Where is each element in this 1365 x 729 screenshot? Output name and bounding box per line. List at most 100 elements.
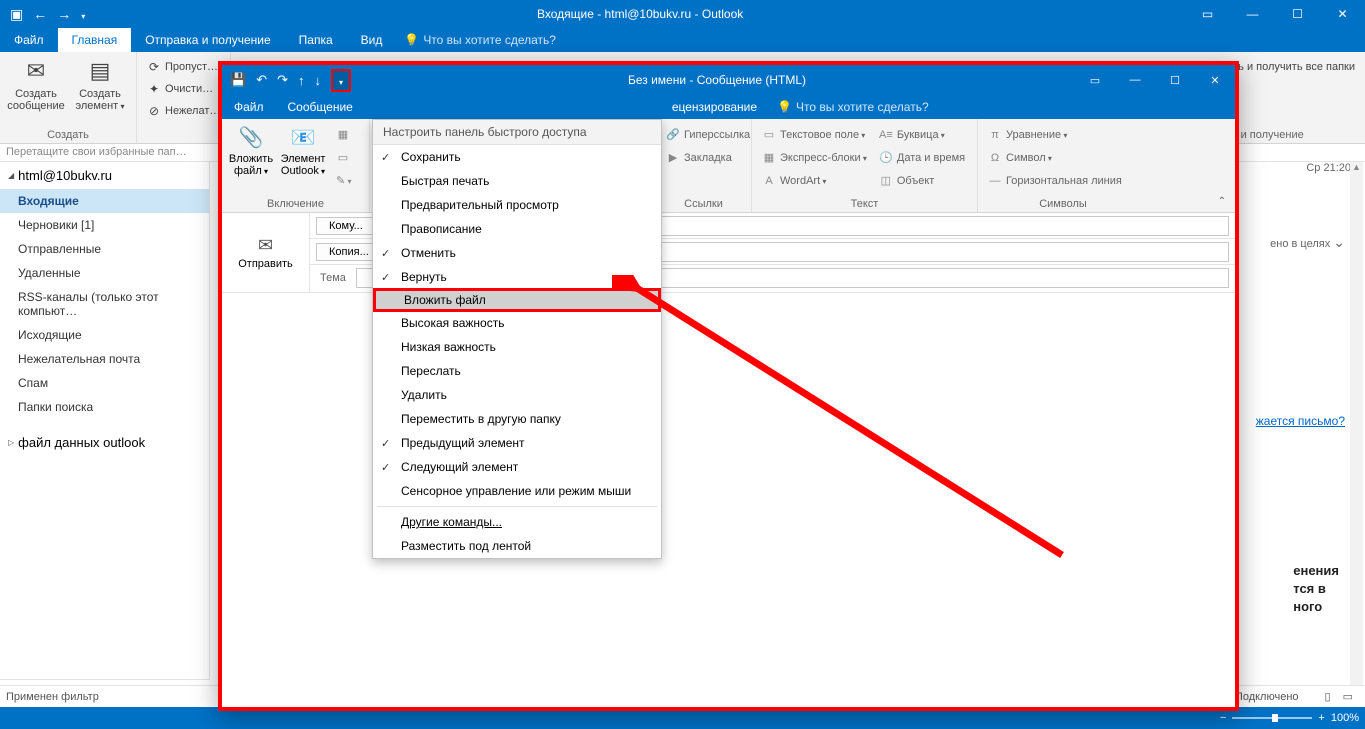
folder-deleted[interactable]: Удаленные xyxy=(0,261,209,285)
bookmark-button[interactable]: ▶Закладка xyxy=(662,147,754,168)
menu-below[interactable]: Разместить под лентой xyxy=(373,534,661,558)
tab-file[interactable]: Файл xyxy=(0,28,58,52)
qat-next-icon[interactable]: → xyxy=(57,6,71,22)
group-symbols-label: Символы xyxy=(984,196,1142,212)
qat-save-icon[interactable]: 💾 xyxy=(230,72,246,88)
clean-button[interactable]: ✦Очисти… xyxy=(143,79,224,99)
to-button[interactable]: Кому... xyxy=(316,217,376,235)
zoom-in-button[interactable]: + xyxy=(1318,712,1324,724)
menu-touch[interactable]: Сенсорное управление или режим мыши xyxy=(373,479,661,503)
compose-close-button[interactable]: ✕ xyxy=(1195,65,1235,95)
hyperlink-button[interactable]: 🔗Гиперссылка xyxy=(662,124,754,145)
minimize-button[interactable]: — xyxy=(1230,0,1275,28)
zoom-out-button[interactable]: − xyxy=(1220,712,1226,724)
new-mail-button[interactable]: ✉Создать сообщение xyxy=(6,54,66,112)
menu-header: Настроить панель быстрого доступа xyxy=(373,120,661,145)
menu-attach[interactable]: Вложить файл xyxy=(373,288,661,312)
qat-next-icon[interactable]: ↓ xyxy=(315,73,322,88)
maximize-button[interactable]: ☐ xyxy=(1275,0,1320,28)
compose-ribbon-tabs: Файл Сообщение ецензирование 💡Что вы хот… xyxy=(222,95,1235,119)
wordart-button[interactable]: AWordArt xyxy=(758,170,871,191)
compose-maximize-button[interactable]: ☐ xyxy=(1155,65,1195,95)
attach-item-button[interactable]: 📧Элемент Outlook xyxy=(278,121,328,196)
folder-outbox[interactable]: Исходящие xyxy=(0,323,209,347)
menu-next[interactable]: Следующий элемент xyxy=(373,455,661,479)
parent-ribbon-tabs: Файл Главная Отправка и получение Папка … xyxy=(0,28,1365,52)
symbol-button[interactable]: ΩСимвол xyxy=(984,147,1126,168)
collapse-ribbon-icon[interactable]: ⌃ xyxy=(1213,196,1231,210)
compose-window: 💾 ↶ ↷ ↑ ↓ Без имени - Сообщение (HTML) ▭… xyxy=(218,61,1239,711)
menu-spell[interactable]: Правописание xyxy=(373,217,661,241)
signature-icon: ✎ xyxy=(336,174,350,187)
folder-rss[interactable]: RSS-каналы (только этот компьют… xyxy=(0,285,209,323)
menu-hiimp[interactable]: Высокая важность xyxy=(373,311,661,335)
close-button[interactable]: ✕ xyxy=(1320,0,1365,28)
textbox-button[interactable]: ▭Текстовое поле xyxy=(758,124,871,145)
menu-prev[interactable]: Предыдущий элемент xyxy=(373,431,661,455)
annotation-arrow xyxy=(612,275,1082,565)
menu-redo[interactable]: Вернуть xyxy=(373,265,661,289)
compose-tab-file[interactable]: Файл xyxy=(222,95,276,119)
bizcard-btn[interactable]: ▭ xyxy=(332,147,354,168)
qat-redo-icon[interactable]: ↷ xyxy=(277,72,288,88)
compose-tab-review[interactable]: ецензирование xyxy=(660,95,769,119)
attach-file-button[interactable]: 📎Вложить файл xyxy=(228,121,274,196)
compose-minimize-button[interactable]: — xyxy=(1115,65,1155,95)
view-normal-icon[interactable]: ▯ xyxy=(1325,690,1331,703)
object-button[interactable]: ◫Объект xyxy=(875,170,969,191)
datetime-button[interactable]: 🕒Дата и время xyxy=(875,147,969,168)
ribbon-display-icon[interactable]: ▭ xyxy=(1185,0,1230,28)
tab-folder[interactable]: Папка xyxy=(285,28,347,52)
folder-inbox[interactable]: Входящие xyxy=(0,189,209,213)
folder-drafts[interactable]: Черновики [1] xyxy=(0,213,209,237)
qat-customize-button[interactable] xyxy=(331,69,351,92)
skip-button[interactable]: ⟳Пропуст… xyxy=(143,57,224,77)
quickparts-button[interactable]: ▦Экспресс-блоки xyxy=(758,147,871,168)
equation-icon: π xyxy=(988,129,1002,141)
menu-forward[interactable]: Переслать xyxy=(373,359,661,383)
menu-move[interactable]: Переместить в другую папку xyxy=(373,407,661,431)
group-include-label: Включение xyxy=(228,196,363,212)
qat-prev-icon[interactable]: ↑ xyxy=(298,73,305,88)
tellme-box[interactable]: 💡Что вы хотите сделать? xyxy=(404,28,556,52)
menu-more[interactable]: Другие команды... xyxy=(373,510,661,534)
message-date: Ср 21:20 xyxy=(1306,162,1351,174)
folder-junk[interactable]: Нежелательная почта xyxy=(0,347,209,371)
zoom-slider[interactable] xyxy=(1232,717,1312,719)
tab-sendreceive[interactable]: Отправка и получение xyxy=(131,28,284,52)
parent-titlebar: ▣ ← → Входящие - html@10bukv.ru - Outloo… xyxy=(0,0,1365,28)
new-item-button[interactable]: ▤Создать элемент xyxy=(70,54,130,113)
hr-button[interactable]: —Горизонтальная линия xyxy=(984,170,1126,191)
menu-quickprint[interactable]: Быстрая печать xyxy=(373,169,661,193)
menu-undo[interactable]: Отменить xyxy=(373,241,661,265)
connection-status: Подключено xyxy=(1235,691,1299,703)
menu-save[interactable]: Сохранить xyxy=(373,145,661,169)
account-node[interactable]: html@10bukv.ru xyxy=(0,162,209,189)
compose-ribbon-display-icon[interactable]: ▭ xyxy=(1075,65,1115,95)
compose-tellme[interactable]: 💡Что вы хотите сделать? xyxy=(777,95,929,119)
compose-tab-message[interactable]: Сообщение xyxy=(276,95,365,119)
junk-button[interactable]: ⊘Нежелат… xyxy=(143,101,224,121)
sig-btn[interactable]: ✎ xyxy=(332,170,354,191)
qat-prev-icon[interactable]: ← xyxy=(33,6,47,22)
send-button[interactable]: ✉ Отправить xyxy=(222,213,310,292)
qat-undo-icon[interactable]: ↶ xyxy=(256,72,267,88)
menu-preview[interactable]: Предварительный просмотр xyxy=(373,193,661,217)
equation-button[interactable]: πУравнение xyxy=(984,124,1126,145)
reading-scrollbar[interactable]: ▲ xyxy=(1350,162,1363,685)
message-link[interactable]: жается письмо? xyxy=(1256,414,1345,428)
calendar-btn[interactable]: ▦ xyxy=(332,124,354,145)
items-icon: ▤ xyxy=(90,58,111,88)
tab-view[interactable]: Вид xyxy=(347,28,397,52)
folder-search[interactable]: Папки поиска xyxy=(0,395,209,419)
folder-spam[interactable]: Спам xyxy=(0,371,209,395)
view-reading-icon[interactable]: ▭ xyxy=(1343,690,1353,703)
menu-delete[interactable]: Удалить xyxy=(373,383,661,407)
dropcap-button[interactable]: A≡Буквица xyxy=(875,124,969,145)
datafile-node[interactable]: файл данных outlook xyxy=(0,429,209,456)
menu-loimp[interactable]: Низкая важность xyxy=(373,335,661,359)
textbox-icon: ▭ xyxy=(762,128,776,141)
qat-customize-icon[interactable] xyxy=(81,6,85,22)
tab-home[interactable]: Главная xyxy=(58,28,132,52)
folder-sent[interactable]: Отправленные xyxy=(0,237,209,261)
